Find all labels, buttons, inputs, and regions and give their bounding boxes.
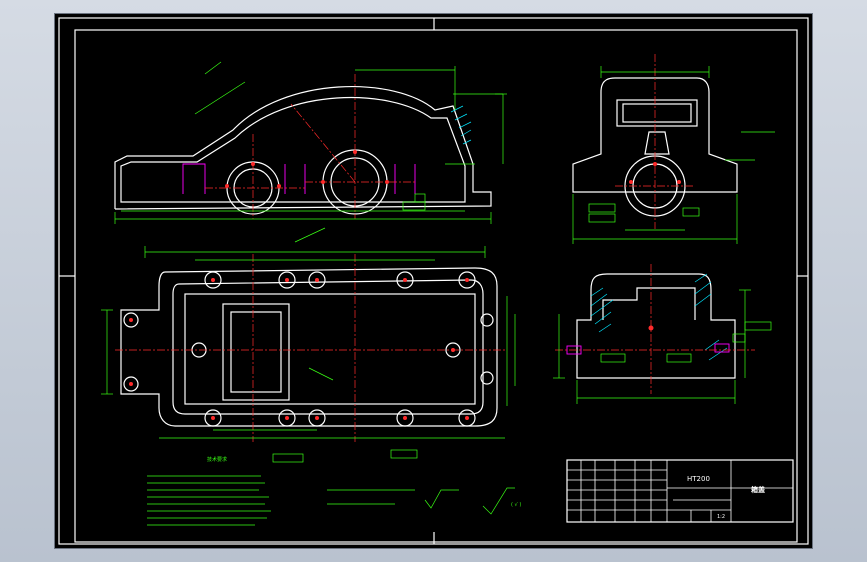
cad-drawing-viewport[interactable]: 技术要求 ( √ ) HT200 箱盖 1:2	[55, 14, 812, 548]
top-view	[101, 227, 516, 463]
front-view-dimensions	[114, 61, 507, 224]
part-name-label: 箱盖	[751, 485, 765, 494]
top-view-bolt-bosses	[123, 271, 494, 427]
front-view-outline	[114, 85, 492, 210]
requirement-lines	[147, 475, 415, 526]
top-view-inspection-hole	[222, 303, 290, 401]
top-view-outline	[120, 267, 498, 427]
title-block: HT200 箱盖 1:2	[566, 459, 794, 523]
section-view-hatching	[590, 273, 728, 361]
side-view-centerlines	[615, 54, 695, 229]
front-view-ribs	[182, 163, 416, 194]
drawing-canvas: 技术要求 ( √ ) HT200 箱盖 1:2	[58, 17, 809, 545]
scale-label: 1:2	[717, 514, 725, 520]
top-view-dimensions	[101, 227, 516, 463]
roughness-hint: ( √ )	[511, 502, 521, 508]
lifting-lug	[644, 131, 670, 155]
drawing-frame	[74, 29, 798, 543]
section-view-dimensions	[553, 289, 772, 404]
technical-requirements: 技术要求 ( √ )	[147, 456, 521, 526]
side-view-dimensions	[572, 66, 775, 244]
front-view	[114, 61, 507, 224]
notes-heading: 技术要求	[207, 456, 227, 463]
side-view	[572, 54, 775, 244]
material-label: HT200	[687, 475, 710, 483]
front-view-inner-wall	[120, 96, 466, 203]
section-view-threaded-holes	[566, 343, 730, 355]
surface-roughness-symbols	[424, 487, 515, 515]
top-view-flange-inner	[172, 279, 484, 415]
section-view	[553, 264, 772, 404]
